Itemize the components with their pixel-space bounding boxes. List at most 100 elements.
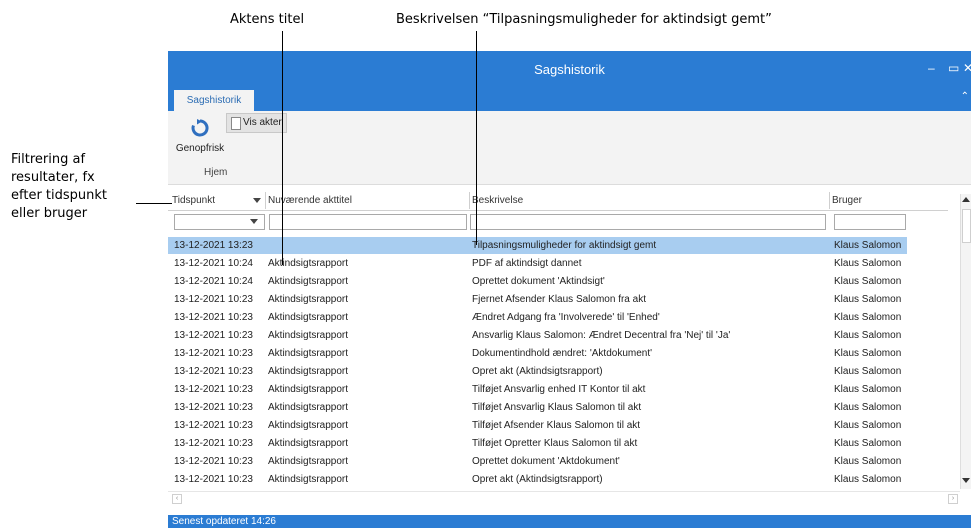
- table-row[interactable]: 13-12-2021 10:23 Aktindsigtsrapport Opret …: [168, 363, 948, 380]
- vertical-scrollbar[interactable]: [960, 194, 971, 489]
- cell-description: Ændret Adgang fra 'Involverede' til 'Enh…: [472, 312, 660, 323]
- ribbon: Genopfrisk Vis akter Hjem: [168, 111, 971, 185]
- cell-title: Aktindsigtsrapport: [268, 348, 349, 359]
- cell-time: 13-12-2021 10:23: [174, 348, 253, 359]
- cell-time: 13-12-2021 10:23: [174, 438, 253, 449]
- cell-user: Klaus Salomon: [834, 474, 902, 485]
- annotation-description-callout: Beskrivelsen “Tilpasningsmuligheder for …: [396, 12, 772, 27]
- filter-callout-line: [136, 203, 172, 204]
- collapse-ribbon-icon[interactable]: ⌃: [961, 91, 969, 102]
- title-callout-line: [282, 31, 283, 265]
- cell-title: Aktindsigtsrapport: [268, 258, 349, 269]
- table-row[interactable]: 13-12-2021 10:23 Aktindsigtsrapport Fjerne…: [168, 291, 948, 308]
- cell-time: 13-12-2021 10:23: [174, 402, 253, 413]
- column-header-bruger[interactable]: Bruger: [830, 192, 948, 209]
- filter-bruger-input[interactable]: [834, 214, 906, 230]
- cell-description: Tilpasningsmuligheder for aktindsigt gem…: [472, 240, 657, 251]
- cell-title: Aktindsigtsrapport: [268, 420, 349, 431]
- description-callout-line: [476, 31, 477, 245]
- annotation-filter-callout: Filtrering af resultater, fx efter tidsp…: [11, 151, 107, 223]
- scroll-up-icon[interactable]: [962, 197, 970, 202]
- cell-title: Aktindsigtsrapport: [268, 330, 349, 341]
- cell-title: Aktindsigtsrapport: [268, 366, 349, 377]
- cell-description: Tilføjet Opretter Klaus Salomon til akt: [472, 438, 638, 449]
- scroll-down-icon[interactable]: [962, 478, 970, 483]
- cell-description: Ansvarlig Klaus Salomon: Ændret Decentra…: [472, 330, 731, 341]
- cell-title: Aktindsigtsrapport: [268, 294, 349, 305]
- cell-user: Klaus Salomon: [834, 438, 902, 449]
- refresh-button[interactable]: Genopfrisk: [170, 115, 228, 159]
- table-row[interactable]: 13-12-2021 10:23 Aktindsigtsrapport Ansvar…: [168, 327, 948, 344]
- column-header-akttitel[interactable]: Nuværende akttitel: [266, 192, 470, 209]
- cell-user: Klaus Salomon: [834, 312, 902, 323]
- cell-user: Klaus Salomon: [834, 258, 902, 269]
- annotation-filter-line-3: efter tidspunkt: [11, 188, 108, 203]
- table-row[interactable]: 13-12-2021 10:23 Aktindsigtsrapport Oprett…: [168, 453, 948, 470]
- annotation-filter-line-4: eller bruger: [11, 206, 88, 221]
- cell-description: Tilføjet Ansvarlig enhed IT Kontor til a…: [472, 384, 646, 395]
- history-grid: Tidspunkt Nuværende akttitel Beskrivelse…: [168, 185, 948, 515]
- ribbon-group-label: Hjem: [204, 167, 228, 178]
- table-row[interactable]: 13-12-2021 13:23 Tilpasningsmuligheder fo…: [168, 237, 907, 254]
- filter-akttitel-input[interactable]: [269, 214, 467, 230]
- cell-description: Tilføjet Afsender Klaus Salomon til akt: [472, 420, 641, 431]
- horizontal-scrollbar[interactable]: ‹ ›: [168, 491, 960, 506]
- filter-tidspunkt-dropdown[interactable]: [174, 214, 265, 230]
- show-documents-label: Vis akter: [243, 117, 282, 128]
- vertical-scroll-thumb[interactable]: [962, 209, 971, 243]
- title-bar: Sagshistorik – ▭ ✕: [168, 51, 971, 89]
- cell-user: Klaus Salomon: [834, 420, 902, 431]
- cell-user: Klaus Salomon: [834, 402, 902, 413]
- table-row[interactable]: 13-12-2021 10:23 Aktindsigtsrapport Tilføj…: [168, 381, 948, 398]
- cell-title: Aktindsigtsrapport: [268, 384, 349, 395]
- status-bar: Senest opdateret 14:26: [168, 515, 971, 528]
- cell-time: 13-12-2021 10:23: [174, 294, 253, 305]
- cell-time: 13-12-2021 10:24: [174, 276, 253, 287]
- cell-time: 13-12-2021 10:23: [174, 384, 253, 395]
- cell-description: Fjernet Afsender Klaus Salomon fra akt: [472, 294, 646, 305]
- refresh-icon: [191, 119, 209, 137]
- cell-description: Opret akt (Aktindsigtsrapport): [472, 474, 603, 485]
- close-icon[interactable]: ✕: [963, 61, 971, 75]
- cell-time: 13-12-2021 10:23: [174, 312, 253, 323]
- maximize-icon[interactable]: ▭: [948, 61, 959, 75]
- table-row[interactable]: 13-12-2021 10:23 Aktindsigtsrapport Tilføj…: [168, 417, 948, 434]
- cell-time: 13-12-2021 10:23: [174, 330, 253, 341]
- document-icon: [231, 117, 241, 130]
- tab-sagshistorik[interactable]: Sagshistorik: [174, 90, 254, 111]
- sort-dropdown-icon[interactable]: [253, 198, 261, 203]
- sagshistorik-window: Sagshistorik – ▭ ✕ Sagshistorik ⌃ Genopf…: [168, 51, 971, 528]
- cell-user: Klaus Salomon: [834, 366, 902, 377]
- cell-title: Aktindsigtsrapport: [268, 276, 349, 287]
- cell-time: 13-12-2021 10:23: [174, 474, 253, 485]
- cell-description: Oprettet dokument 'Aktdokument': [472, 456, 620, 467]
- cell-user: Klaus Salomon: [834, 294, 902, 305]
- column-header-tidspunkt-label: Tidspunkt: [172, 195, 215, 206]
- scroll-left-icon[interactable]: ‹: [172, 494, 182, 504]
- column-header-beskrivelse[interactable]: Beskrivelse: [470, 192, 830, 209]
- cell-time: 13-12-2021 10:24: [174, 258, 253, 269]
- table-row[interactable]: 13-12-2021 10:24 Aktindsigtsrapport Oprett…: [168, 273, 948, 290]
- cell-title: Aktindsigtsrapport: [268, 474, 349, 485]
- cell-description: Tilføjet Ansvarlig Klaus Salomon til akt: [472, 402, 642, 413]
- scroll-right-icon[interactable]: ›: [948, 494, 958, 504]
- refresh-label: Genopfrisk: [175, 143, 225, 154]
- table-row[interactable]: 13-12-2021 10:23 Aktindsigtsrapport Opret …: [168, 471, 948, 488]
- cell-time: 13-12-2021 10:23: [174, 366, 253, 377]
- cell-description: Oprettet dokument 'Aktindsigt': [472, 276, 605, 287]
- table-row[interactable]: 13-12-2021 10:23 Aktindsigtsrapport Dokume…: [168, 345, 948, 362]
- minimize-icon[interactable]: –: [928, 61, 935, 75]
- cell-user: Klaus Salomon: [834, 330, 902, 341]
- cell-description: Dokumentindhold ændret: 'Aktdokument': [472, 348, 653, 359]
- table-row[interactable]: 13-12-2021 10:23 Aktindsigtsrapport Ændret…: [168, 309, 948, 326]
- table-row[interactable]: 13-12-2021 10:24 Aktindsigtsrapport PDF af…: [168, 255, 948, 272]
- annotation-filter-line-1: Filtrering af: [11, 152, 86, 167]
- table-row[interactable]: 13-12-2021 10:23 Aktindsigtsrapport Tilføj…: [168, 435, 948, 452]
- cell-time: 13-12-2021 13:23: [174, 240, 253, 251]
- table-row[interactable]: 13-12-2021 10:23 Aktindsigtsrapport Tilføj…: [168, 399, 948, 416]
- cell-user: Klaus Salomon: [834, 456, 902, 467]
- column-header-tidspunkt[interactable]: Tidspunkt: [170, 192, 266, 209]
- show-documents-button[interactable]: Vis akter: [226, 113, 287, 133]
- filter-beskrivelse-input[interactable]: [470, 214, 826, 230]
- ribbon-tab-row: Sagshistorik ⌃: [168, 89, 971, 111]
